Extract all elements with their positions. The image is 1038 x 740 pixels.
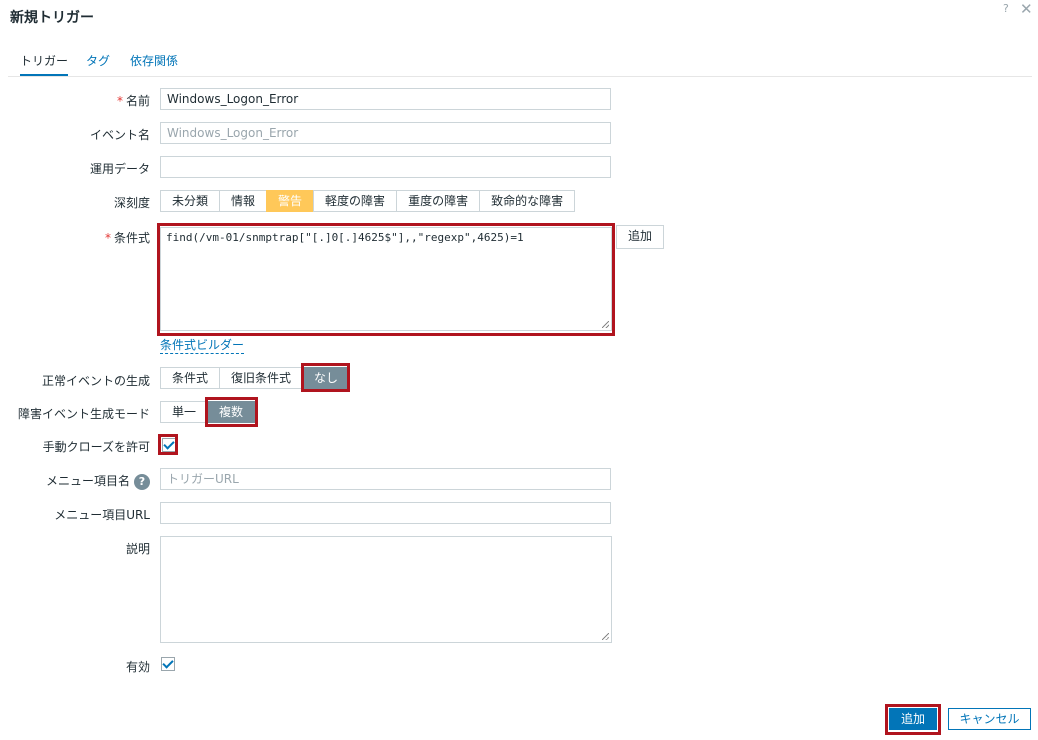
ok-event-label: 正常イベントの生成 [41, 374, 150, 388]
severity-information[interactable]: 情報 [219, 190, 268, 212]
severity-high[interactable]: 重度の障害 [396, 190, 481, 212]
help-icon[interactable]: ? [1003, 2, 1009, 15]
url-name-input[interactable]: トリガーURL [160, 468, 611, 490]
url-name-label: メニュー項目名? [46, 472, 150, 490]
help-icon[interactable]: ? [134, 473, 150, 490]
severity-selector: 未分類 情報 警告 軽度の障害 重度の障害 致命的な障害 [160, 190, 576, 212]
tab-trigger[interactable]: トリガー [20, 52, 69, 76]
tab-bar: トリガー タグ 依存関係 [8, 52, 1032, 77]
required-marker: * [104, 231, 111, 245]
severity-disaster[interactable]: 致命的な障害 [479, 190, 576, 212]
expression-add-button[interactable]: 追加 [616, 225, 665, 249]
ok-event-expression[interactable]: 条件式 [160, 367, 221, 389]
severity-label: 深刻度 [113, 196, 150, 210]
highlight-expression [157, 223, 615, 336]
expression-label-text: 条件式 [113, 231, 150, 245]
severity-average[interactable]: 軽度の障害 [313, 190, 398, 212]
tab-tags[interactable]: タグ [86, 52, 110, 74]
url-input[interactable] [160, 502, 611, 524]
opdata-label: 運用データ [89, 162, 150, 176]
description-textarea[interactable] [160, 536, 612, 643]
problem-mode-label: 障害イベント生成モード [17, 407, 150, 421]
resize-grip[interactable] [602, 633, 609, 640]
opdata-input[interactable] [160, 156, 611, 178]
manual-close-label: 手動クローズを許可 [42, 440, 150, 454]
problem-mode-single[interactable]: 単一 [160, 401, 209, 423]
enabled-checkbox[interactable] [161, 657, 175, 671]
highlight-manual-close [158, 434, 178, 455]
description-label: 説明 [125, 542, 150, 556]
name-input[interactable]: Windows_Logon_Error [160, 88, 611, 110]
url-label: メニュー項目URL [54, 508, 150, 522]
dialog-title: 新規トリガー [10, 10, 94, 26]
ok-event-recovery[interactable]: 復旧条件式 [219, 367, 304, 389]
name-label-text: 名前 [125, 94, 150, 108]
highlight-ok-event-none [301, 363, 350, 392]
enabled-label: 有効 [125, 660, 150, 674]
expression-builder-link[interactable]: 条件式ビルダー [160, 336, 245, 354]
close-icon[interactable]: ✕ [1020, 0, 1033, 18]
tab-dependencies[interactable]: 依存関係 [130, 52, 178, 74]
event-name-input[interactable]: Windows_Logon_Error [160, 122, 611, 144]
severity-not-classified[interactable]: 未分類 [160, 190, 221, 212]
cancel-button[interactable]: キャンセル [948, 708, 1031, 730]
required-marker: * [116, 94, 123, 108]
highlight-add-button [885, 704, 941, 735]
severity-warning[interactable]: 警告 [266, 190, 315, 212]
name-label: * 名前 [117, 92, 150, 109]
expression-label: * 条件式 [105, 229, 150, 246]
highlight-problem-mode [205, 397, 258, 427]
url-name-label-text: メニュー項目名 [45, 474, 130, 488]
event-name-label: イベント名 [89, 128, 150, 142]
